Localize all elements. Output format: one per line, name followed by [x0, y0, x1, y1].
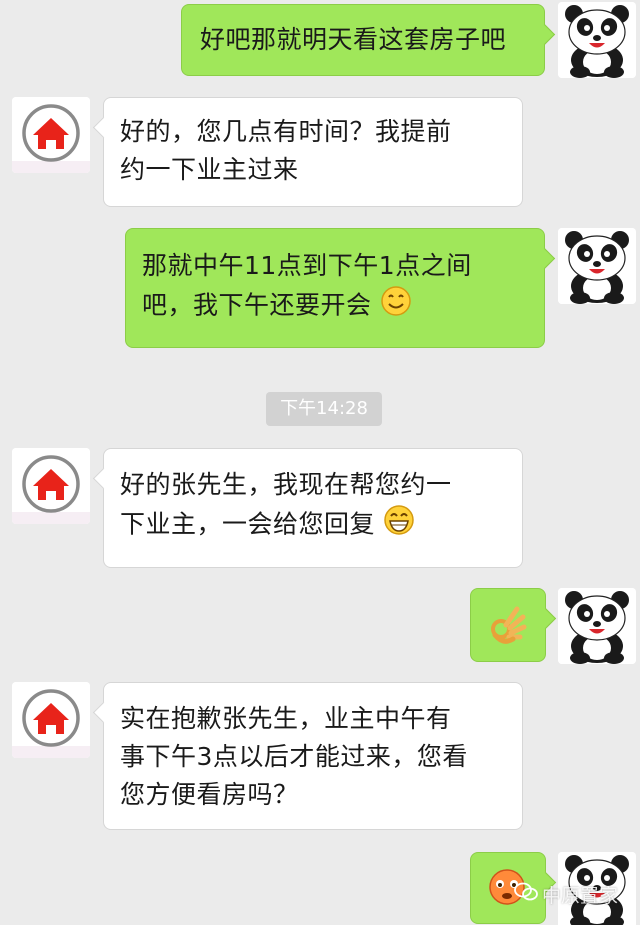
message-text-line: 事下午3点以后才能过来，您看 [120, 742, 468, 771]
message-bubble-received[interactable]: 好的，您几点有时间？我提前 约一下业主过来 [92, 97, 523, 207]
message-text-line: 吧，我下午还要开会 [142, 290, 372, 320]
message-text-line: 好的，您几点有时间？我提前 [120, 117, 452, 146]
message-bubble-sent[interactable]: 那就中午11点到下午1点之间 吧，我下午还要开会 [125, 228, 556, 348]
message-text-line: 那就中午11点到下午1点之间 [142, 251, 472, 280]
message-text-line: 约一下业主过来 [120, 155, 299, 184]
message-text: 好吧那就明天看这套房子吧 [200, 25, 507, 54]
message-bubble-received[interactable]: 实在抱歉张先生，业主中午有 事下午3点以后才能过来，您看 您方便看房吗？ [92, 682, 523, 830]
chat-window: 好吧那就明天看这套房子吧 好的，您几点有时间？我提前 约一下业主过来 那就中午1… [0, 0, 640, 925]
watermark: 中原置家 [514, 874, 618, 914]
timestamp: 下午14:28 [266, 392, 382, 426]
smile-emoji [380, 285, 412, 328]
house-logo-avatar[interactable] [12, 682, 90, 758]
panda-avatar[interactable] [558, 2, 636, 78]
house-logo-avatar[interactable] [12, 448, 90, 524]
panda-avatar[interactable] [558, 228, 636, 304]
watermark-text: 中原置家 [542, 884, 619, 907]
wechat-icon [514, 882, 538, 907]
ok-hand-emoji [487, 603, 527, 656]
message-bubble-sent[interactable]: 好吧那就明天看这套房子吧 [181, 4, 556, 76]
panda-avatar[interactable] [558, 588, 636, 664]
message-text-line: 好的张先生，我现在帮您约一 [120, 470, 452, 499]
message-bubble-sent[interactable] [470, 588, 557, 662]
message-bubble-received[interactable]: 好的张先生，我现在帮您约一 下业主，一会给您回复 [92, 448, 523, 568]
grin-emoji [383, 504, 415, 547]
message-text-line: 您方便看房吗？ [120, 780, 299, 809]
house-logo-avatar[interactable] [12, 97, 90, 173]
message-text-line: 实在抱歉张先生，业主中午有 [120, 704, 452, 733]
message-text-line: 下业主，一会给您回复 [120, 509, 376, 539]
